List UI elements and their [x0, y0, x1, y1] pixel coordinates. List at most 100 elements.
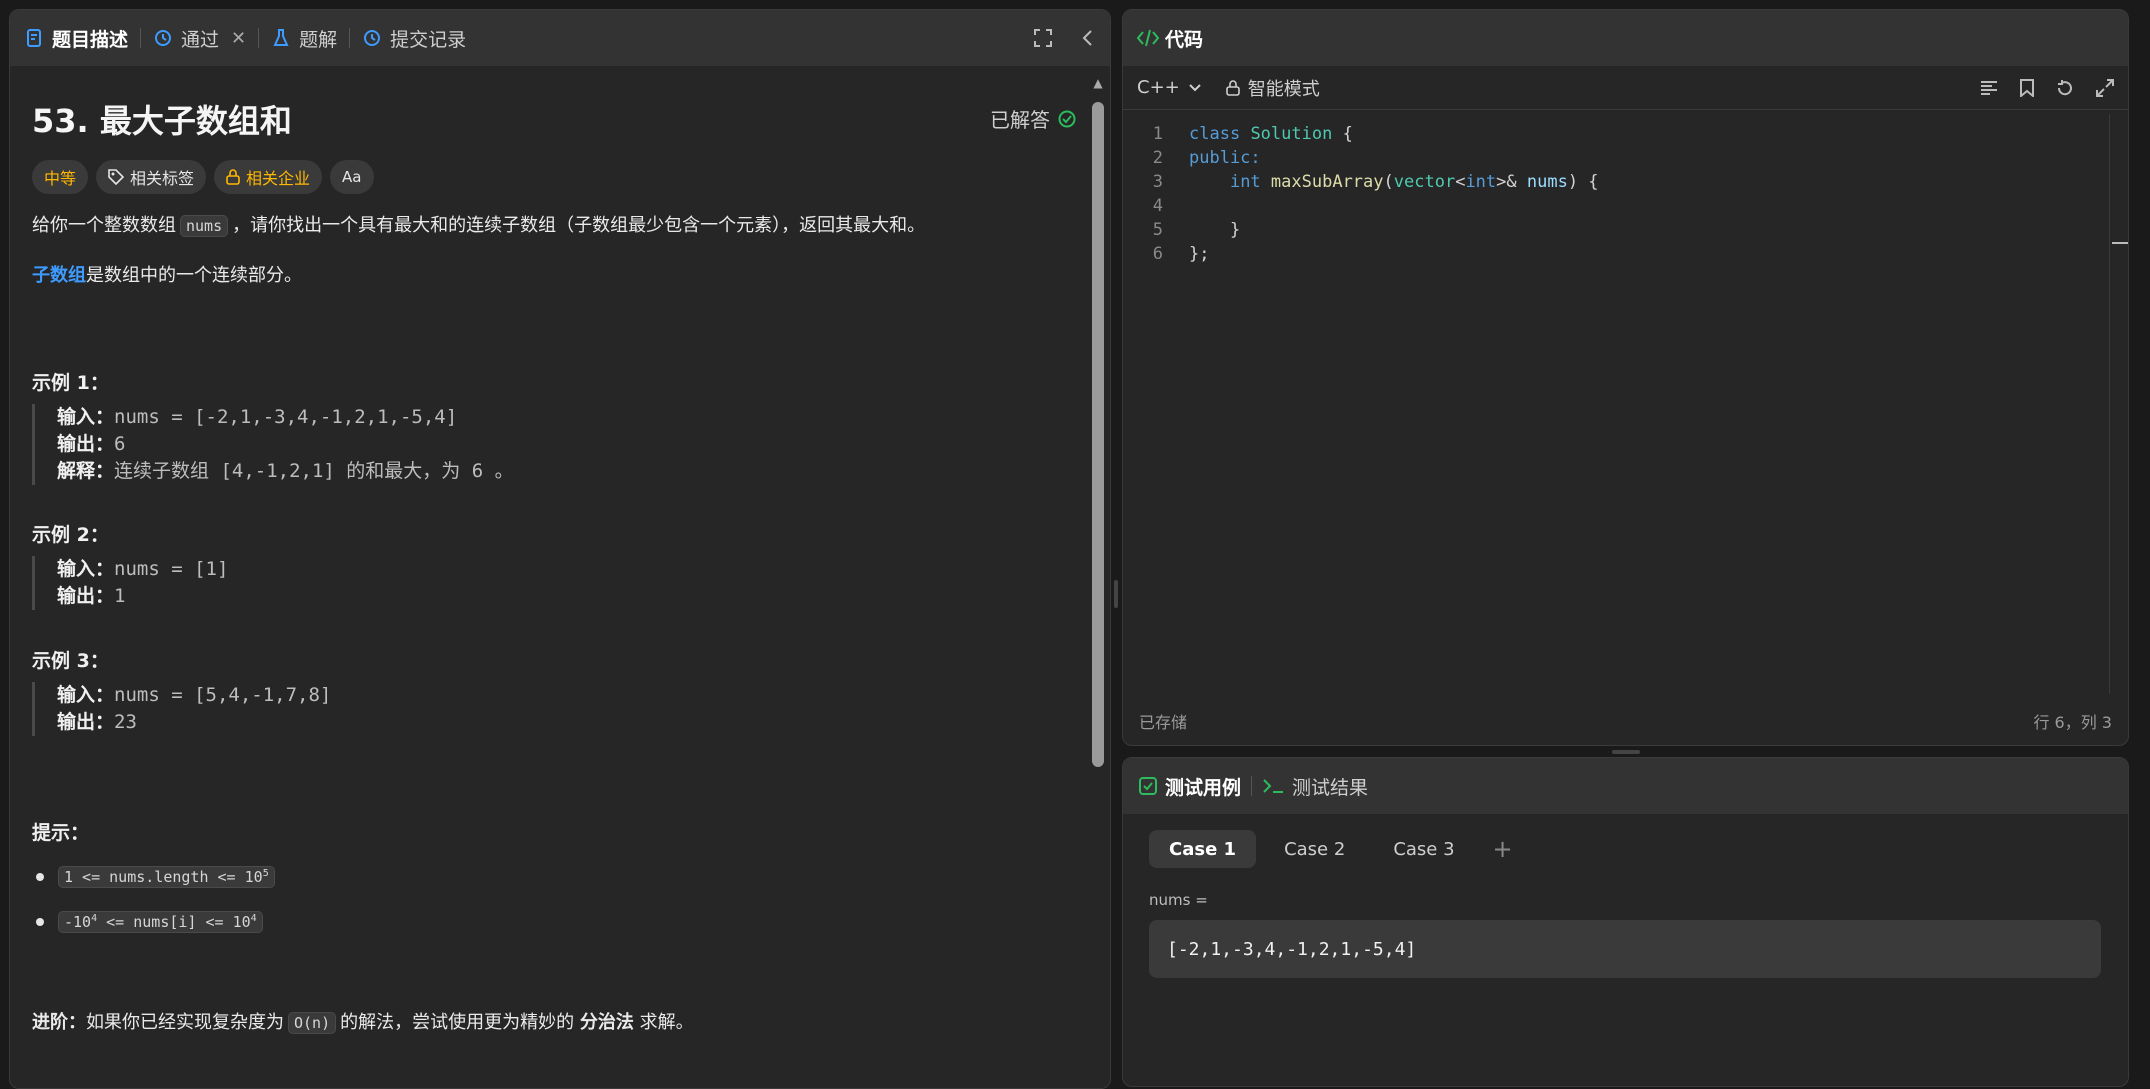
output-label: 输出：	[57, 585, 115, 607]
line-number: 3	[1152, 172, 1163, 192]
statement-text: 给你一个整数数组	[32, 215, 176, 236]
example-2-heading: 示例 2：	[32, 524, 109, 546]
subarray-definition: 子数组是数组中的一个连续部分。	[32, 261, 302, 287]
function-name: maxSubArray	[1270, 172, 1384, 192]
line-number: 1	[1152, 124, 1163, 144]
problem-statement: 给你一个整数数组 nums ，请你找出一个具有最大和的连续子数组（子数组最少包含一个…	[32, 211, 925, 237]
punctuation: }	[1229, 220, 1241, 240]
tab-label: 测试用例	[1165, 776, 1242, 799]
language-label: C++	[1137, 77, 1180, 98]
problem-tabs-bar: 题目描述 通过 ✕ 题解 提交记录	[10, 10, 1110, 66]
output-label: 输出：	[57, 711, 115, 733]
expand-icon[interactable]	[2096, 78, 2114, 97]
vertical-resize-handle[interactable]	[1114, 580, 1118, 608]
code-line: public:	[1189, 148, 1261, 168]
history-icon	[362, 28, 382, 48]
inline-code: O(n)	[288, 1012, 337, 1034]
code-line: int maxSubArray(vector<int>& nums) {	[1189, 170, 1599, 194]
tab-label: 提交记录	[390, 28, 467, 51]
lock-icon	[226, 169, 240, 185]
tab-description[interactable]: 题目描述	[10, 10, 140, 66]
solved-label: 已解答	[990, 108, 1050, 132]
translate-icon: Aa	[342, 168, 362, 186]
advanced-note: 进阶：如果你已经实现复杂度为 O(n) 的解法，尝试使用更为精妙的 分治法 求解。	[32, 1008, 694, 1034]
bullet	[36, 873, 44, 881]
code-line: class Solution {	[1189, 122, 1353, 146]
hint-text: 1 <= nums.length <= 10	[64, 868, 263, 886]
advanced-text: 的解法，尝试使用更为精妙的	[340, 1012, 575, 1033]
tab-submissions[interactable]: 提交记录	[350, 10, 478, 66]
format-icon[interactable]	[1980, 80, 1998, 96]
hint-exponent: 4	[250, 913, 257, 924]
punctuation: >&	[1496, 172, 1527, 192]
variable-label: nums =	[1149, 891, 1208, 909]
checkbox-icon	[1139, 777, 1157, 795]
editor-scrollbar-edge	[2109, 114, 2110, 694]
fullscreen-icon[interactable]	[1030, 25, 1056, 51]
related-tags-label: 相关标签	[130, 169, 195, 188]
input-label: 输入：	[57, 684, 115, 706]
keyword: int	[1465, 172, 1497, 192]
line-number: 4	[1152, 196, 1163, 216]
terminal-icon	[1263, 779, 1284, 793]
code-toolbar: C++ 智能模式	[1123, 66, 2128, 110]
tab-label: 题解	[299, 28, 338, 51]
check-circle-icon	[1058, 110, 1076, 127]
horizontal-resize-handle[interactable]	[1612, 750, 1640, 754]
tag-icon	[108, 169, 125, 185]
close-icon[interactable]: ✕	[231, 28, 246, 49]
keyword: class	[1189, 124, 1241, 144]
type-name: vector	[1393, 172, 1456, 192]
example-input: nums = [-2,1,-3,4,-1,2,1,-5,4]	[114, 406, 458, 428]
hint-code: 1 <= nums.length <= 105	[58, 866, 275, 888]
difficulty-badge[interactable]: 中等	[32, 160, 89, 194]
case-tab[interactable]: Case 3	[1373, 830, 1474, 868]
tab-label: 测试结果	[1292, 776, 1369, 799]
add-case-button[interactable]: +	[1483, 835, 1523, 863]
example-output: 1	[114, 585, 126, 607]
line-number: 5	[1152, 220, 1163, 240]
advanced-label: 进阶：	[32, 1012, 86, 1033]
keyword: int	[1229, 172, 1261, 192]
case-tab[interactable]: Case 1	[1149, 830, 1257, 868]
editor-scroll-marker	[2112, 242, 2128, 244]
scroll-up-arrow-icon[interactable]: ▲	[1092, 76, 1104, 90]
chevron-down-icon	[1189, 83, 1201, 91]
code-line: };	[1189, 244, 1210, 264]
translate-button[interactable]: Aa	[330, 160, 374, 194]
hint-text: -10	[64, 913, 92, 931]
bookmark-icon[interactable]	[2020, 78, 2034, 97]
hint-item: 1 <= nums.length <= 105	[32, 866, 275, 888]
case-tabs: Case 1 Case 2 Case 3 +	[1149, 830, 1523, 868]
variable-input[interactable]: [-2,1,-3,4,-1,2,1,-5,4]	[1149, 920, 2101, 978]
language-select[interactable]: C++	[1137, 77, 1202, 98]
tab-solutions[interactable]: 题解	[259, 10, 349, 66]
code-editor[interactable]: 1 2 3 4 5 6 class Solution { public: int…	[1123, 114, 2128, 694]
hints-heading: 提示：	[32, 822, 90, 844]
example-input: nums = [1]	[114, 558, 229, 580]
code-panel: 代码 C++ 智能模式 1 2 3 4 5 6 class Solution {…	[1122, 9, 2129, 746]
advanced-text: 求解。	[639, 1012, 694, 1033]
explanation-label: 解释：	[57, 460, 115, 482]
collapse-icon[interactable]	[1074, 25, 1100, 51]
code-header: 代码	[1123, 10, 2128, 66]
example-input: nums = [5,4,-1,7,8]	[114, 684, 332, 706]
advanced-bold: 分治法	[579, 1012, 634, 1033]
input-label: 输入：	[57, 558, 115, 580]
punctuation: (	[1383, 172, 1394, 192]
reset-icon[interactable]	[2056, 79, 2074, 97]
testcase-header: 测试用例 测试结果	[1123, 758, 2128, 814]
subarray-link[interactable]: 子数组	[32, 265, 86, 286]
tab-testcases[interactable]: 测试用例	[1139, 773, 1241, 800]
hint-text: <= nums[i] <= 10	[97, 913, 251, 931]
example-1-heading: 示例 1：	[32, 372, 109, 394]
scrollbar-thumb[interactable]	[1092, 102, 1104, 767]
case-tab[interactable]: Case 2	[1264, 830, 1365, 868]
related-tags-button[interactable]: 相关标签	[96, 160, 207, 194]
tab-accepted[interactable]: 通过 ✕	[141, 10, 258, 66]
mode-select[interactable]: 智能模式	[1225, 75, 1320, 101]
tab-testresults[interactable]: 测试结果	[1262, 773, 1368, 800]
problem-description: 53. 最大子数组和 已解答 中等 相关标签 相关企业 Aa 给你一个整数数组 n…	[32, 66, 1092, 1086]
testcase-panel: 测试用例 测试结果 Case 1 Case 2 Case 3 + nums = …	[1122, 757, 2129, 1087]
related-companies-button[interactable]: 相关企业	[214, 160, 323, 194]
